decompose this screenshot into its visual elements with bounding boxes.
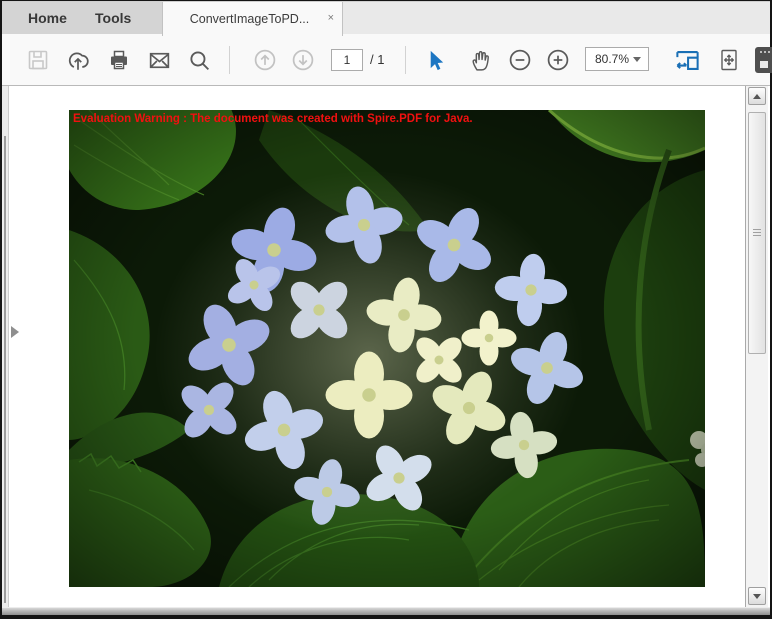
scroll-down-icon xyxy=(753,594,761,599)
pane-edge-line xyxy=(4,136,6,603)
scroll-up-button[interactable] xyxy=(748,87,766,105)
share-button[interactable] xyxy=(66,48,90,72)
select-tool-button[interactable] xyxy=(423,48,447,72)
select-tool-icon xyxy=(424,49,447,72)
zoom-out-button[interactable] xyxy=(508,48,532,72)
save-button[interactable] xyxy=(26,48,50,72)
tab-bar-left-section xyxy=(2,2,162,35)
page-up-icon xyxy=(252,47,278,73)
page-down-icon xyxy=(290,47,316,73)
tab-bar: Home Tools ConvertImageToPD... × xyxy=(2,1,770,35)
page-number-input[interactable] xyxy=(331,49,363,71)
zoom-level-dropdown[interactable]: 80.7% xyxy=(585,47,649,71)
fit-page-icon xyxy=(717,48,741,72)
zoom-level-value: 80.7% xyxy=(586,52,633,66)
previous-page-button[interactable] xyxy=(253,48,277,72)
print-icon xyxy=(107,48,131,72)
fit-width-button[interactable] xyxy=(675,48,699,72)
flower-photo xyxy=(69,110,705,587)
edit-tool-button[interactable] xyxy=(755,47,772,73)
hand-tool-button[interactable] xyxy=(468,48,492,72)
expand-pane-arrow-icon[interactable] xyxy=(11,326,19,338)
toolbar-separator xyxy=(405,46,406,74)
scroll-down-button[interactable] xyxy=(748,587,766,605)
tab-home[interactable]: Home xyxy=(28,2,67,35)
vertical-scrollbar[interactable] xyxy=(745,86,768,607)
zoom-in-button[interactable] xyxy=(546,48,570,72)
hand-tool-icon xyxy=(468,48,493,73)
window-bottom-bar xyxy=(2,607,770,615)
next-page-button[interactable] xyxy=(291,48,315,72)
edit-tool-dots xyxy=(760,51,772,53)
evaluation-warning-text: Evaluation Warning : The document was cr… xyxy=(73,113,473,125)
upload-cloud-icon xyxy=(65,47,91,73)
email-icon xyxy=(147,48,172,73)
print-button[interactable] xyxy=(107,48,131,72)
scroll-up-icon xyxy=(753,94,761,99)
pdf-page-image: Evaluation Warning : The document was cr… xyxy=(69,110,705,587)
tab-document-label: ConvertImageToPD... xyxy=(190,12,316,26)
find-button[interactable] xyxy=(187,48,211,72)
page-count-label: / 1 xyxy=(370,52,384,67)
toolbar-separator xyxy=(229,46,230,74)
zoom-in-icon xyxy=(545,47,571,73)
tab-tools[interactable]: Tools xyxy=(95,2,131,35)
edit-tool-icon xyxy=(760,61,768,68)
email-button[interactable] xyxy=(147,48,171,72)
scrollbar-thumb[interactable] xyxy=(748,112,766,354)
fit-page-button[interactable] xyxy=(717,48,741,72)
main-toolbar: / 1 80.7% xyxy=(2,34,770,86)
navigation-pane-strip xyxy=(2,86,9,607)
tab-document[interactable]: ConvertImageToPD... × xyxy=(162,2,343,36)
save-icon xyxy=(26,48,50,72)
fit-width-icon xyxy=(674,47,701,74)
document-view: Evaluation Warning : The document was cr… xyxy=(2,86,770,607)
chevron-down-icon xyxy=(633,57,641,62)
zoom-out-icon xyxy=(507,47,533,73)
tab-close-icon[interactable]: × xyxy=(328,12,334,24)
scrollbar-grip-icon xyxy=(753,229,761,237)
search-icon xyxy=(187,48,212,73)
